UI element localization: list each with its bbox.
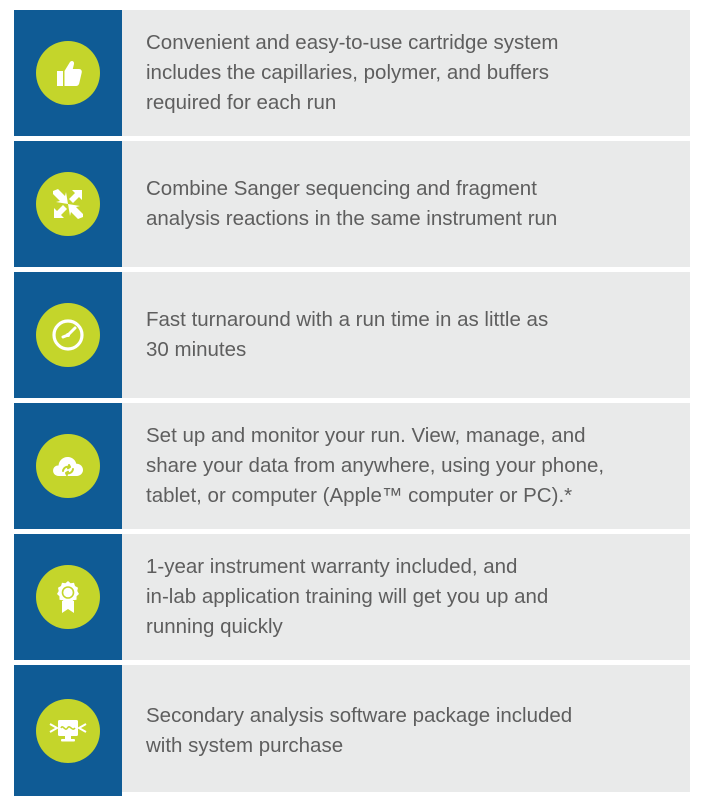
feature-text: 1-year instrument warranty included, and…	[146, 555, 549, 638]
award-ribbon-icon	[57, 581, 79, 613]
analysis-monitor-icon	[49, 719, 87, 741]
feature-row-cloud: Set up and monitor your run. View, manag…	[14, 403, 690, 534]
clock-icon	[52, 319, 84, 351]
icon-badge	[36, 434, 100, 498]
text-cell: Set up and monitor your run. View, manag…	[122, 403, 690, 529]
feature-row-combine: Combine Sanger sequencing and fragment a…	[14, 141, 690, 272]
icon-badge	[36, 565, 100, 629]
feature-text: Set up and monitor your run. View, manag…	[146, 424, 605, 507]
text-cell: Secondary analysis software package incl…	[122, 665, 690, 796]
feature-row-turnaround: Fast turnaround with a run time in as li…	[14, 272, 690, 403]
text-cell: Convenient and easy-to-use cartridge sys…	[122, 10, 690, 136]
icon-badge	[36, 303, 100, 367]
feature-text: Secondary analysis software package incl…	[146, 703, 573, 757]
icon-cell	[14, 534, 122, 660]
feature-text: Convenient and easy-to-use cartridge sys…	[146, 31, 559, 114]
text-cell: Fast turnaround with a run time in as li…	[122, 272, 690, 398]
feature-text: Combine Sanger sequencing and fragment a…	[146, 177, 558, 230]
icon-badge	[36, 172, 100, 236]
combine-arrows-icon	[53, 189, 83, 219]
icon-badge	[36, 41, 100, 105]
thumbs-up-icon	[57, 60, 82, 86]
feature-list: Convenient and easy-to-use cartridge sys…	[14, 10, 690, 796]
text-cell: Combine Sanger sequencing and fragment a…	[122, 141, 690, 267]
icon-cell	[14, 141, 122, 267]
cloud-sync-icon	[53, 456, 84, 476]
feature-row-warranty: 1-year instrument warranty included, and…	[14, 534, 690, 665]
icon-cell	[14, 272, 122, 398]
icon-cell	[14, 665, 122, 796]
icon-cell	[14, 10, 122, 136]
icon-cell	[14, 403, 122, 529]
feature-row-cartridge: Convenient and easy-to-use cartridge sys…	[14, 10, 690, 141]
text-cell: 1-year instrument warranty included, and…	[122, 534, 690, 660]
icon-badge	[36, 698, 100, 763]
feature-row-software: Secondary analysis software package incl…	[14, 665, 690, 796]
feature-text: Fast turnaround with a run time in as li…	[146, 308, 549, 361]
